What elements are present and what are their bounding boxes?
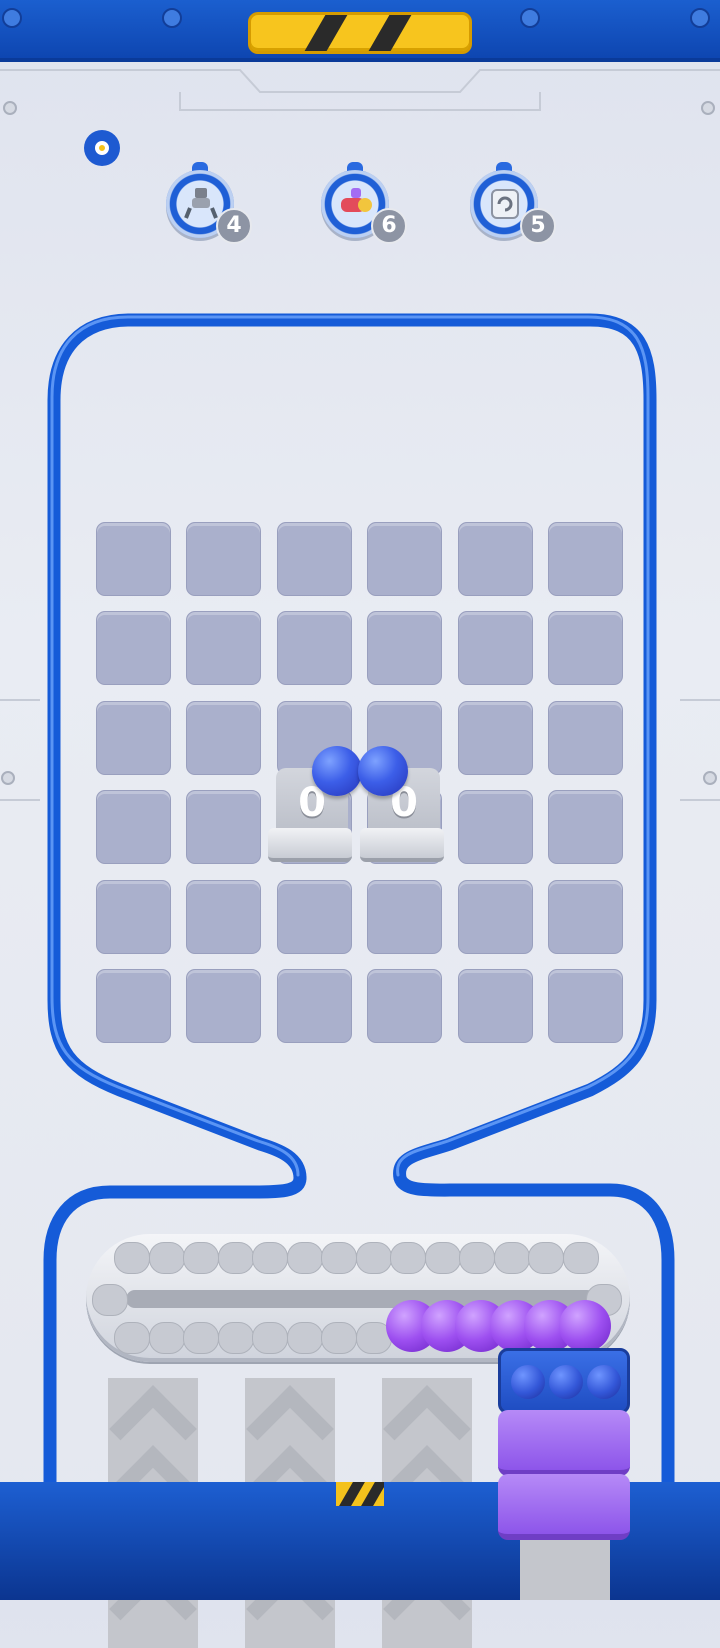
conveyor-slot [528,1242,564,1274]
powerup-count: 6 [371,208,407,244]
rivet-icon [520,8,540,28]
grid-cell[interactable] [457,522,533,596]
conveyor-slot [114,1322,150,1354]
grid-cell[interactable] [186,700,262,775]
conveyor-slot [390,1242,426,1274]
conveyor-slot [562,1242,599,1274]
grid-cell[interactable] [457,879,533,954]
grid-cell[interactable] [96,790,171,865]
queue-ball [511,1365,545,1399]
queue-purple-block [498,1410,630,1476]
grid-cell[interactable] [367,611,443,686]
conveyor-slot [183,1322,219,1354]
cannon-icon [341,188,372,212]
conveyor-slot [183,1242,219,1274]
conveyor-slot [114,1242,150,1274]
blue-ball [358,746,408,796]
grid-cell[interactable] [186,522,262,596]
queue-top-box[interactable] [498,1348,630,1414]
grid-cell[interactable] [276,879,352,954]
grid-cell[interactable] [276,611,352,686]
grid-cell[interactable] [96,969,171,1043]
refresh-machine-icon [491,189,519,219]
queue-ball [549,1365,583,1399]
conveyor-belt [86,1234,630,1362]
grid-cell[interactable] [548,611,623,686]
settings-gear-icon[interactable] [84,130,120,166]
grid-cell[interactable] [548,969,623,1043]
rivet-icon [162,8,182,28]
conveyor-slot [493,1242,530,1274]
robot-claw-icon [184,188,218,219]
powerup-count: 5 [520,208,556,244]
grid-cell[interactable] [367,522,443,596]
grid-cell[interactable] [186,611,262,686]
grid-cell[interactable] [186,969,262,1043]
grid-cell[interactable] [186,879,262,954]
conveyor-slot [355,1242,392,1274]
queue-purple-block [498,1474,630,1540]
conveyor-slot [459,1242,495,1274]
grid-cell[interactable] [96,522,171,596]
powerup-robot-claw[interactable]: 4 [162,162,252,244]
blue-ball [312,746,362,796]
conveyor-slot [286,1242,323,1274]
powerup-count: 4 [216,208,252,244]
conveyor-slot [252,1242,288,1274]
rivet-icon [690,8,710,28]
grid-cell[interactable] [548,879,623,954]
grid-cell[interactable] [186,790,262,865]
conveyor-slot [217,1322,254,1354]
grid-cell[interactable] [548,522,623,596]
grid-cell[interactable] [457,611,533,686]
powerup-cannon[interactable]: 6 [317,162,407,244]
conveyor-slot [148,1242,185,1274]
conveyor-slot [321,1242,357,1274]
grid-cell[interactable] [367,879,443,954]
grid-cell[interactable] [457,790,533,865]
grid-cell[interactable] [548,790,623,865]
grid-cell[interactable] [276,969,352,1043]
conveyor-slot [148,1322,185,1354]
grid-cell[interactable] [367,969,443,1043]
grid-cell[interactable] [96,611,171,686]
grid-cell[interactable] [548,700,623,775]
grid-cell[interactable] [457,700,533,775]
powerup-refresh-machine[interactable]: 5 [466,162,556,244]
conveyor-slot [252,1322,288,1354]
conveyor-slot [286,1322,323,1354]
conveyor-slot [321,1322,357,1354]
purple-ball [558,1300,611,1352]
conveyor-slot [424,1242,461,1274]
queue-ball [587,1365,621,1399]
hazard-stripe-top [248,12,472,54]
hazard-stripe-bottom [336,1482,384,1506]
grid-cell[interactable] [276,522,352,596]
grid-cell[interactable] [457,969,533,1043]
rivet-icon [2,8,22,28]
conveyor-slot [217,1242,254,1274]
conveyor-slot [92,1284,128,1316]
grid-cell[interactable] [96,879,171,954]
lane-4-base [520,1540,610,1600]
grid-cell[interactable] [96,700,171,775]
